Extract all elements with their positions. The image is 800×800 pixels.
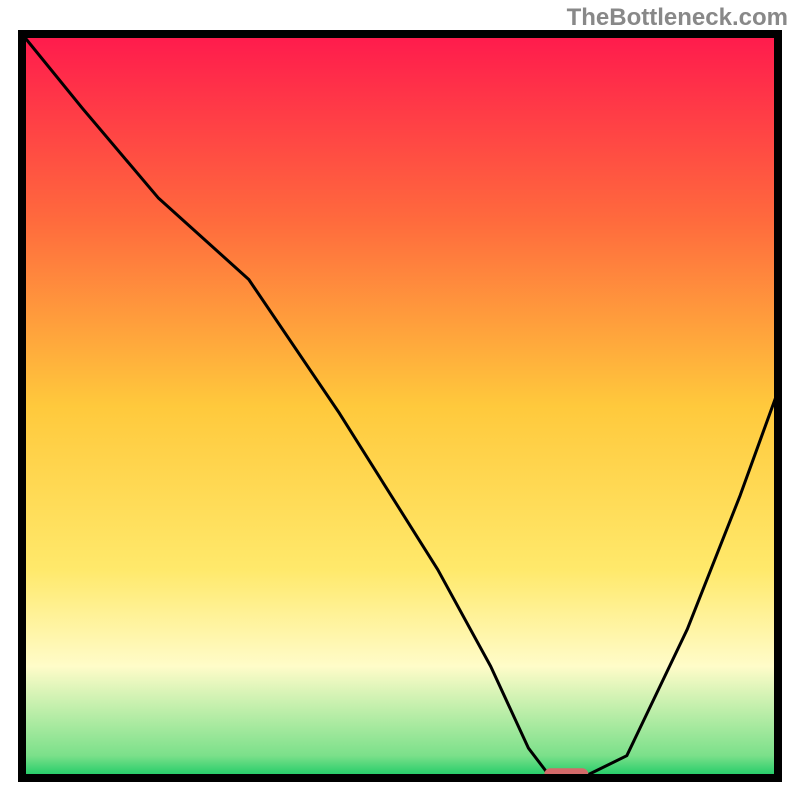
chart-svg — [18, 30, 782, 782]
bottleneck-chart — [18, 30, 782, 782]
watermark-text: TheBottleneck.com — [567, 4, 788, 32]
chart-background — [22, 34, 778, 778]
